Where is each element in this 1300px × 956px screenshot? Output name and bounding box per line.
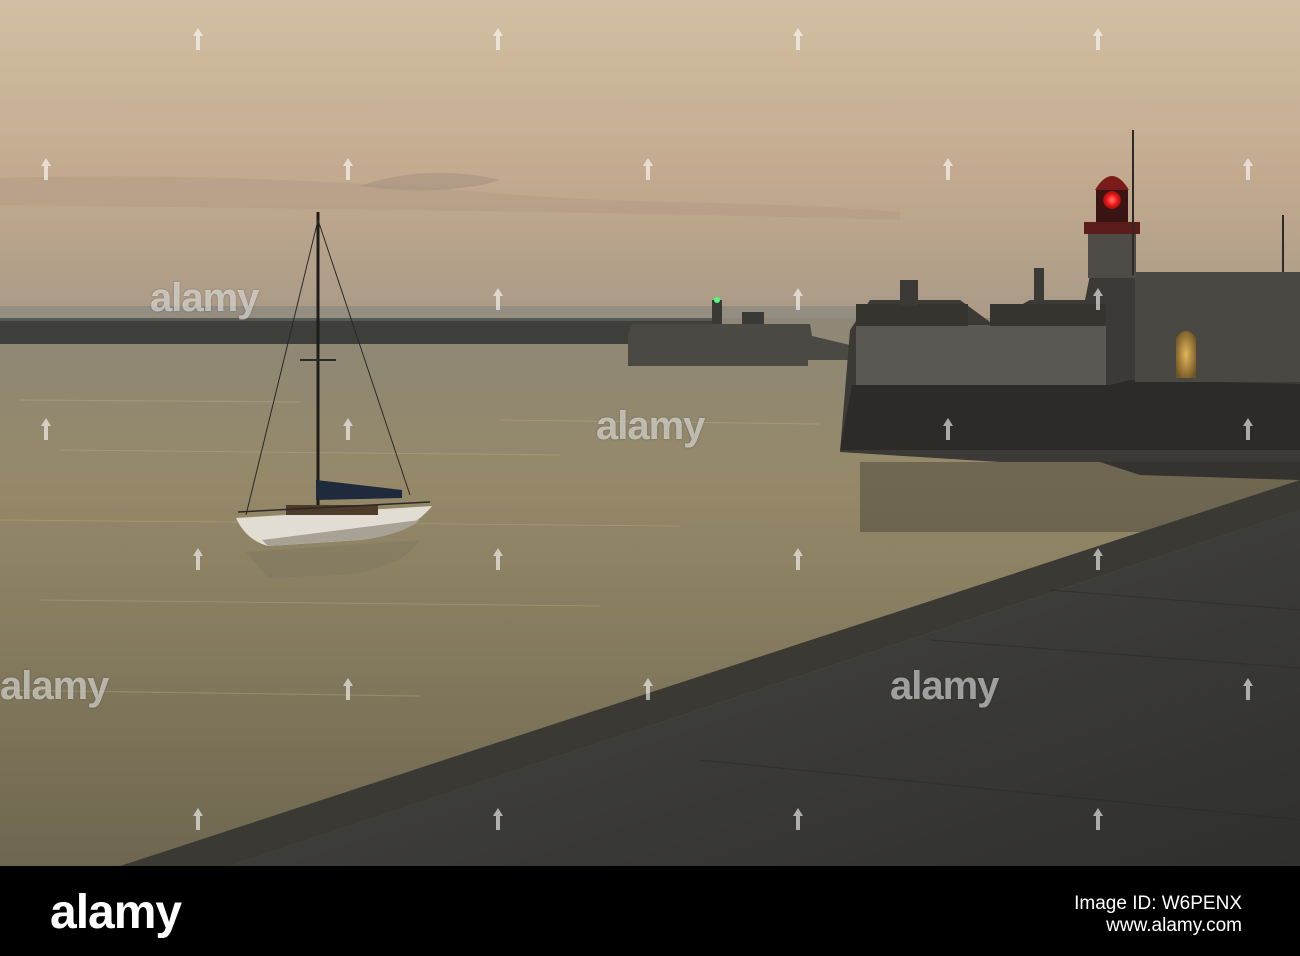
- lit-doorway: [1176, 331, 1196, 378]
- sea-wall: [840, 380, 1300, 450]
- image-id-text: Image ID: W6PENX: [1074, 893, 1242, 914]
- footer-logo: alamy: [50, 886, 182, 939]
- site-url-text: www.alamy.com: [1106, 915, 1242, 936]
- chimney-2: [1034, 268, 1044, 304]
- small-lighthouse: [712, 300, 722, 324]
- lighthouse-gallery: [1084, 222, 1140, 234]
- footer-credit: Image ID: W6PENX www.alamy.com: [1074, 893, 1242, 937]
- fort-hut: [742, 312, 764, 324]
- house-roof-2: [990, 304, 1106, 326]
- distant-shore: [0, 306, 860, 318]
- lighthouse-tower: [1088, 232, 1136, 278]
- lighthouse-lamp-icon: [1103, 191, 1121, 209]
- stone-wall: [1135, 272, 1300, 382]
- green-light-icon: [714, 297, 720, 303]
- harbour-photo: [0, 0, 1300, 866]
- breakwater: [0, 320, 720, 344]
- house-facade: [856, 325, 1106, 385]
- breakwater-top: [0, 318, 720, 321]
- chimney: [900, 280, 918, 306]
- house-roof: [856, 304, 968, 326]
